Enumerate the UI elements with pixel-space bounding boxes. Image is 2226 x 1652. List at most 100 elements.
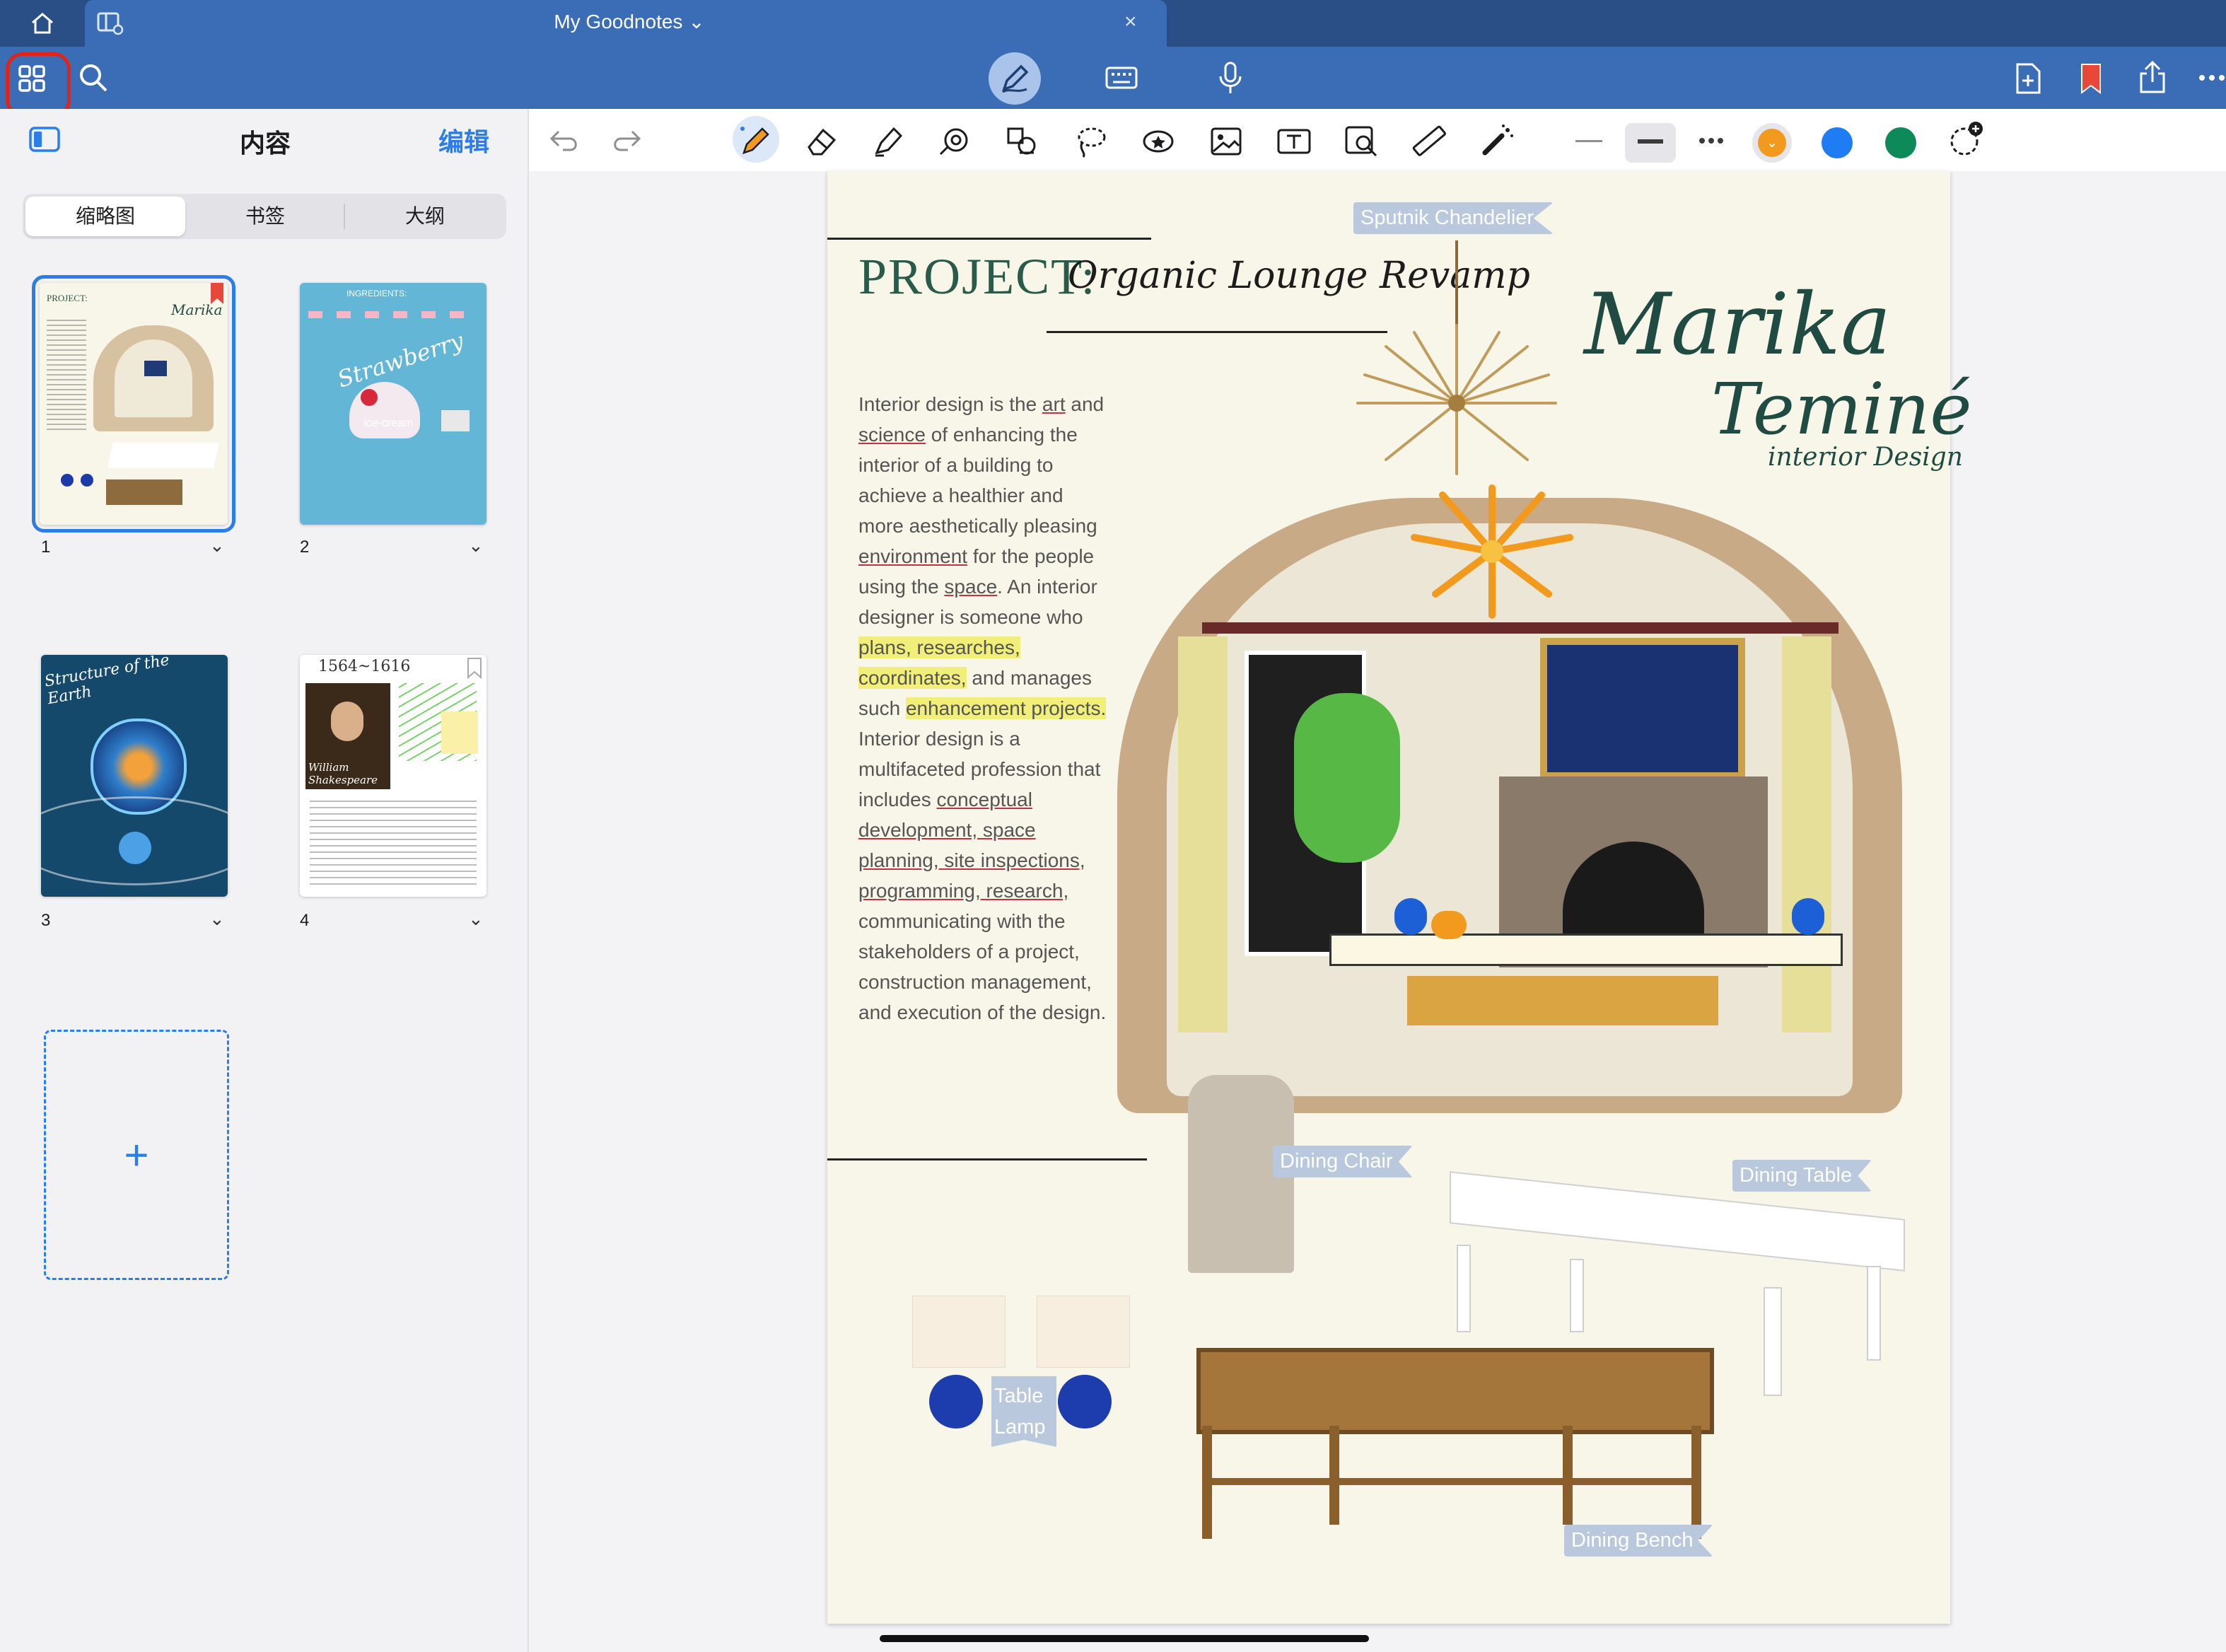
sticker-icon[interactable] <box>1138 122 1178 161</box>
thumb1-painting <box>144 361 167 376</box>
body-text-underlined: science <box>858 424 926 446</box>
more-icon[interactable] <box>2198 74 2226 82</box>
search-icon[interactable] <box>78 62 109 93</box>
thumb4-face <box>331 702 363 741</box>
tab-outline[interactable]: 大纲 <box>345 197 505 236</box>
body-rule-bottom <box>827 1158 1147 1161</box>
pen-mode-icon[interactable] <box>998 62 1031 95</box>
sidebar-toggle-icon[interactable] <box>28 126 61 153</box>
shape-tool-icon[interactable] <box>935 122 974 161</box>
curtain-left <box>1178 636 1228 1032</box>
medium-stroke-option[interactable] <box>1638 139 1663 144</box>
page-thumbnail-2[interactable]: INGREDIENTS: Strawberry ice-cream <box>300 283 486 525</box>
vase-blue-left <box>1394 898 1427 935</box>
thumb3-orbit <box>41 796 228 885</box>
page-options-chevron-icon[interactable]: ⌄ <box>468 908 484 930</box>
page-options-chevron-icon[interactable]: ⌄ <box>209 535 225 557</box>
tag-dining-bench: Dining Bench <box>1564 1525 1713 1557</box>
bread-bowl <box>1431 911 1467 939</box>
thumb2-title: Strawberry <box>334 327 467 393</box>
table-leg <box>1570 1259 1584 1332</box>
undo-icon[interactable] <box>549 126 581 154</box>
close-tab-icon[interactable]: × <box>1124 10 1137 34</box>
shapes-icon[interactable] <box>1003 122 1042 161</box>
tab-switcher-icon[interactable] <box>96 11 124 35</box>
lamp-base-left <box>929 1375 983 1429</box>
body-text-underlined: art <box>1042 393 1066 415</box>
curtain-right <box>1782 636 1831 1032</box>
page-thumbnail-4[interactable]: 1564~1616 William Shakespeare <box>300 655 486 897</box>
more-strokes-icon[interactable] <box>1697 136 1725 146</box>
page-options-chevron-icon[interactable]: ⌄ <box>468 535 484 557</box>
project-label: PROJECT: <box>858 248 1097 305</box>
laser-pointer-icon[interactable] <box>1478 122 1517 161</box>
share-icon[interactable] <box>2137 59 2168 95</box>
add-page-button[interactable]: + <box>44 1030 229 1280</box>
edit-button[interactable]: 编辑 <box>438 122 489 158</box>
highlighter-icon[interactable] <box>868 122 908 161</box>
pen-tool-icon[interactable] <box>735 122 775 161</box>
thumb2-strawberry <box>361 389 378 406</box>
thin-stroke-option[interactable] <box>1575 140 1602 142</box>
text-box-icon[interactable] <box>1274 122 1314 161</box>
body-text-underlined: environment <box>858 545 968 567</box>
ceiling-beam <box>1202 622 1839 634</box>
page-number-3: 3 <box>41 911 51 930</box>
bench-leg <box>1329 1426 1339 1525</box>
color-blue-swatch[interactable] <box>1822 127 1853 158</box>
color-orange-swatch[interactable]: ⌄ <box>1758 129 1786 157</box>
eraser-icon[interactable] <box>802 122 841 161</box>
tab-thumbnails[interactable]: 缩略图 <box>25 197 185 236</box>
redo-icon[interactable] <box>610 126 642 154</box>
table-leg <box>1867 1266 1881 1361</box>
lasso-icon[interactable] <box>1071 122 1110 161</box>
tag-dining-table: Dining Table <box>1732 1160 1872 1192</box>
zoom-window-icon[interactable] <box>1342 122 1382 161</box>
thumb2-box <box>441 410 470 431</box>
grid-view-icon[interactable] <box>17 64 47 93</box>
thumb2-decor <box>308 311 478 318</box>
page-options-chevron-icon[interactable]: ⌄ <box>209 908 225 930</box>
plus-icon: + <box>124 1132 149 1179</box>
add-page-icon[interactable] <box>2014 62 2042 95</box>
tab-bookmarks[interactable]: 书签 <box>185 197 345 236</box>
table-leg <box>1764 1287 1782 1396</box>
brand-name-first: Marika <box>1584 276 1892 374</box>
brand-name-last: Teminé <box>1711 368 1972 450</box>
body-paragraph: Interior design is the art and science o… <box>858 389 1107 1028</box>
dining-table-sketch <box>1329 933 1843 966</box>
body-text-run: Interior design is the <box>858 393 1042 415</box>
chandelier-image <box>1356 240 1557 475</box>
thumb1-lamp <box>61 474 74 487</box>
thumb3-title: Structure of the Earth <box>43 655 171 709</box>
page-number-4: 4 <box>300 911 310 930</box>
color-green-swatch[interactable] <box>1885 127 1916 158</box>
thumb2-subtitle: ice-cream <box>363 417 414 429</box>
add-color-icon[interactable] <box>1946 120 1986 160</box>
page-thumbnail-1[interactable]: PROJECT: Marika <box>32 275 235 533</box>
home-icon[interactable] <box>28 10 57 35</box>
wall-painting <box>1540 638 1745 779</box>
home-indicator <box>880 1635 1369 1642</box>
ruler-icon[interactable] <box>1410 122 1450 161</box>
document-title[interactable]: My Goodnotes ⌄ <box>488 10 771 33</box>
page-thumbnail-3[interactable]: Structure of the Earth <box>41 655 228 897</box>
sidebar-segmented-control: 缩略图 书签 大纲 <box>23 194 506 239</box>
thumb2-heading: INGREDIENTS: <box>346 289 407 298</box>
body-text-underlined: space <box>944 576 998 598</box>
table-leg <box>1457 1245 1471 1332</box>
header-rule-bottom <box>1047 331 1387 333</box>
orange-chandelier-drawing <box>1411 484 1573 619</box>
thumb4-name: William Shakespeare <box>308 761 378 786</box>
keyboard-icon[interactable] <box>1105 65 1138 91</box>
image-icon[interactable] <box>1206 122 1246 161</box>
plant-foliage <box>1294 693 1400 863</box>
header-rule-top <box>827 238 1151 240</box>
thumb1-lamp <box>81 474 93 487</box>
bench-sketch <box>1407 976 1718 1025</box>
thumb4-years: 1564~1616 <box>318 658 411 675</box>
lamp-base-right <box>1058 1375 1112 1429</box>
dining-bench-image[interactable] <box>1196 1348 1714 1434</box>
microphone-icon[interactable] <box>1216 61 1245 95</box>
bookmark-icon[interactable] <box>2079 62 2103 95</box>
